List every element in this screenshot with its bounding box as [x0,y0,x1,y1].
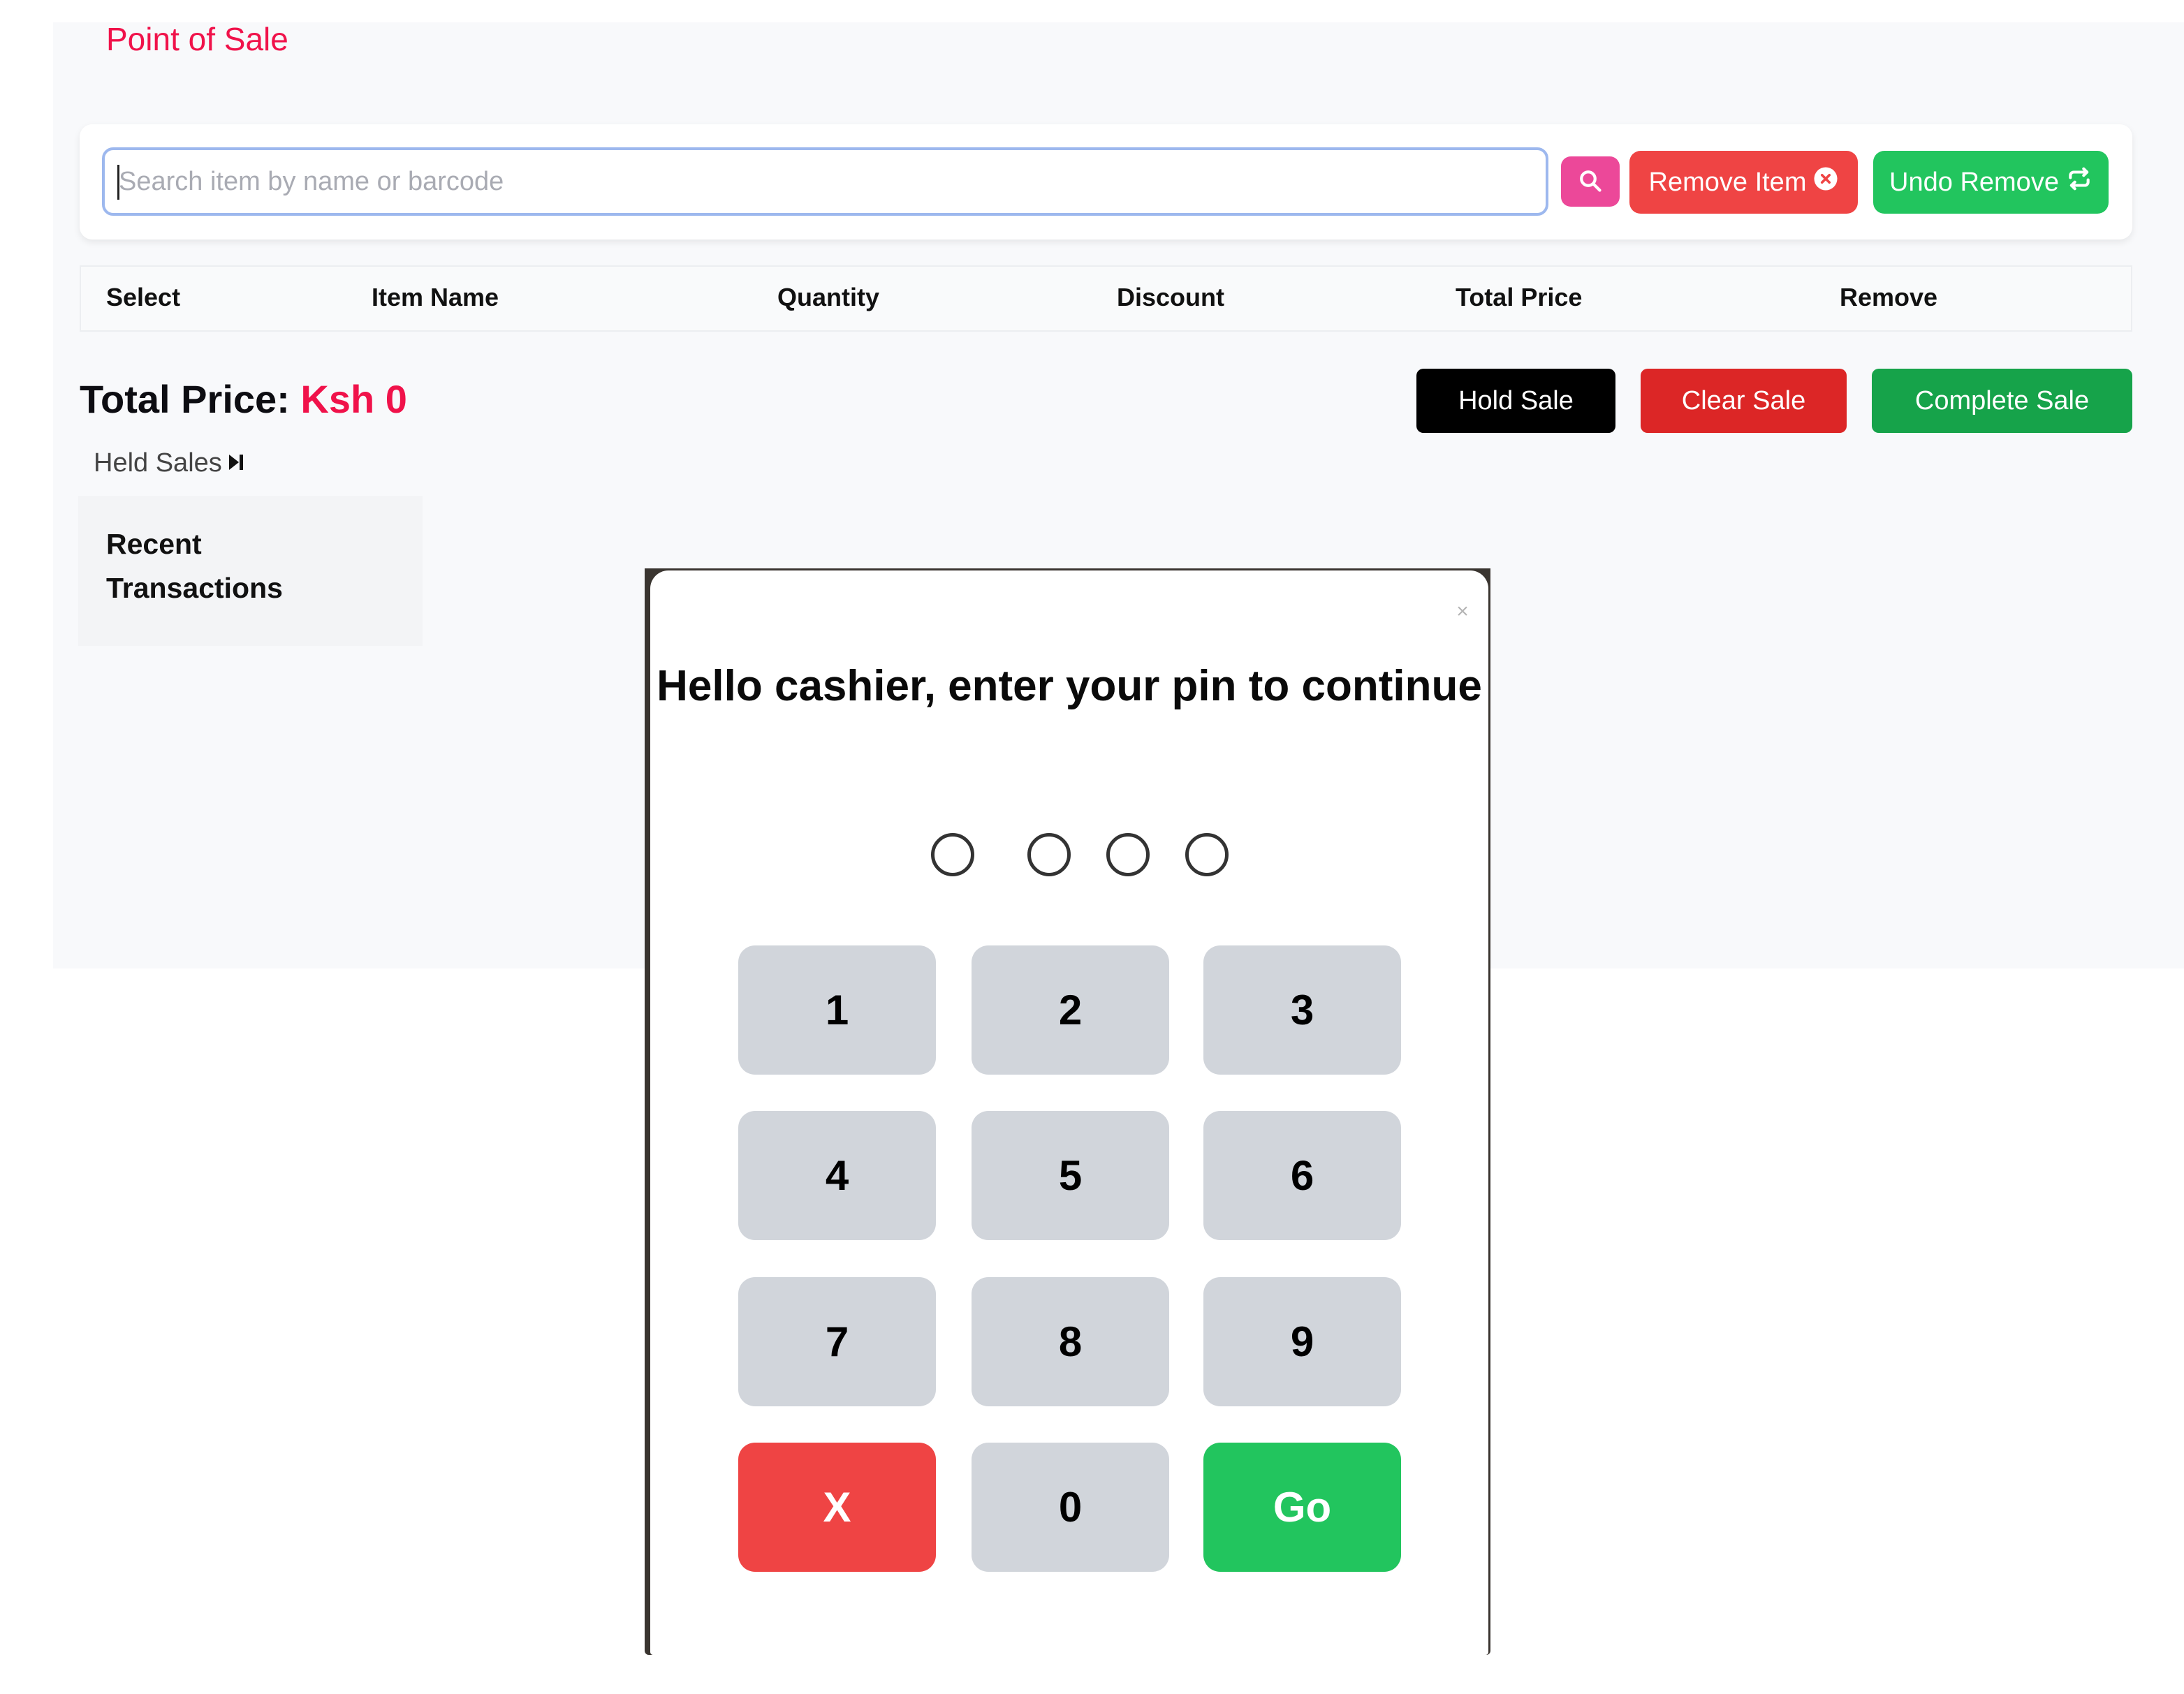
undo-remove-button[interactable]: Undo Remove [1873,151,2109,214]
search-icon [1578,168,1603,196]
column-header-remove: Remove [1840,283,1938,311]
complete-sale-button[interactable]: Complete Sale [1872,369,2132,433]
column-header-discount: Discount [1117,283,1225,311]
pin-dot [1027,833,1071,876]
held-sales-link[interactable]: Held Sales [94,447,244,479]
undo-remove-label: Undo Remove [1889,167,2059,197]
keypad-clear-button[interactable]: X [738,1443,936,1572]
keypad-key-1[interactable]: 1 [738,945,936,1075]
total-price: Total Price: Ksh 0 [80,376,407,423]
pin-dot [1185,833,1229,876]
column-header-item-name: Item Name [372,283,499,311]
pin-dot [931,833,974,876]
app-title: Point of Sale [106,21,288,57]
close-icon[interactable]: × [1451,599,1474,624]
keypad-key-9[interactable]: 9 [1203,1277,1401,1406]
column-header-quantity: Quantity [777,283,880,311]
remove-item-label: Remove Item [1648,167,1807,197]
clear-sale-button[interactable]: Clear Sale [1641,369,1847,433]
circle-x-icon [1813,166,1838,198]
keypad-key-4[interactable]: 4 [738,1111,936,1240]
search-input[interactable] [102,147,1548,216]
column-header-total-price: Total Price [1456,283,1583,311]
keypad-key-6[interactable]: 6 [1203,1111,1401,1240]
total-price-label: Total Price: [80,377,290,421]
total-price-value: Ksh 0 [300,377,407,421]
step-forward-icon [228,447,244,479]
column-header-select: Select [106,283,181,311]
text-caret [117,165,119,200]
keypad-key-7[interactable]: 7 [738,1277,936,1406]
keypad-key-5[interactable]: 5 [972,1111,1169,1240]
pin-dot [1106,833,1150,876]
keypad-key-2[interactable]: 2 [972,945,1169,1075]
remove-item-button[interactable]: Remove Item [1629,151,1858,214]
pin-modal-title: Hello cashier, enter your pin to continu… [657,662,1482,710]
hold-sale-button[interactable]: Hold Sale [1416,369,1615,433]
keypad-go-button[interactable]: Go [1203,1443,1401,1572]
keypad-key-3[interactable]: 3 [1203,945,1401,1075]
held-sales-label: Held Sales [94,448,222,478]
keypad-key-8[interactable]: 8 [972,1277,1169,1406]
search-button[interactable] [1561,156,1620,207]
repeat-arrows-icon [2066,165,2093,199]
recent-transactions-title: Recent Transactions [106,528,283,604]
keypad-key-0[interactable]: 0 [972,1443,1169,1572]
